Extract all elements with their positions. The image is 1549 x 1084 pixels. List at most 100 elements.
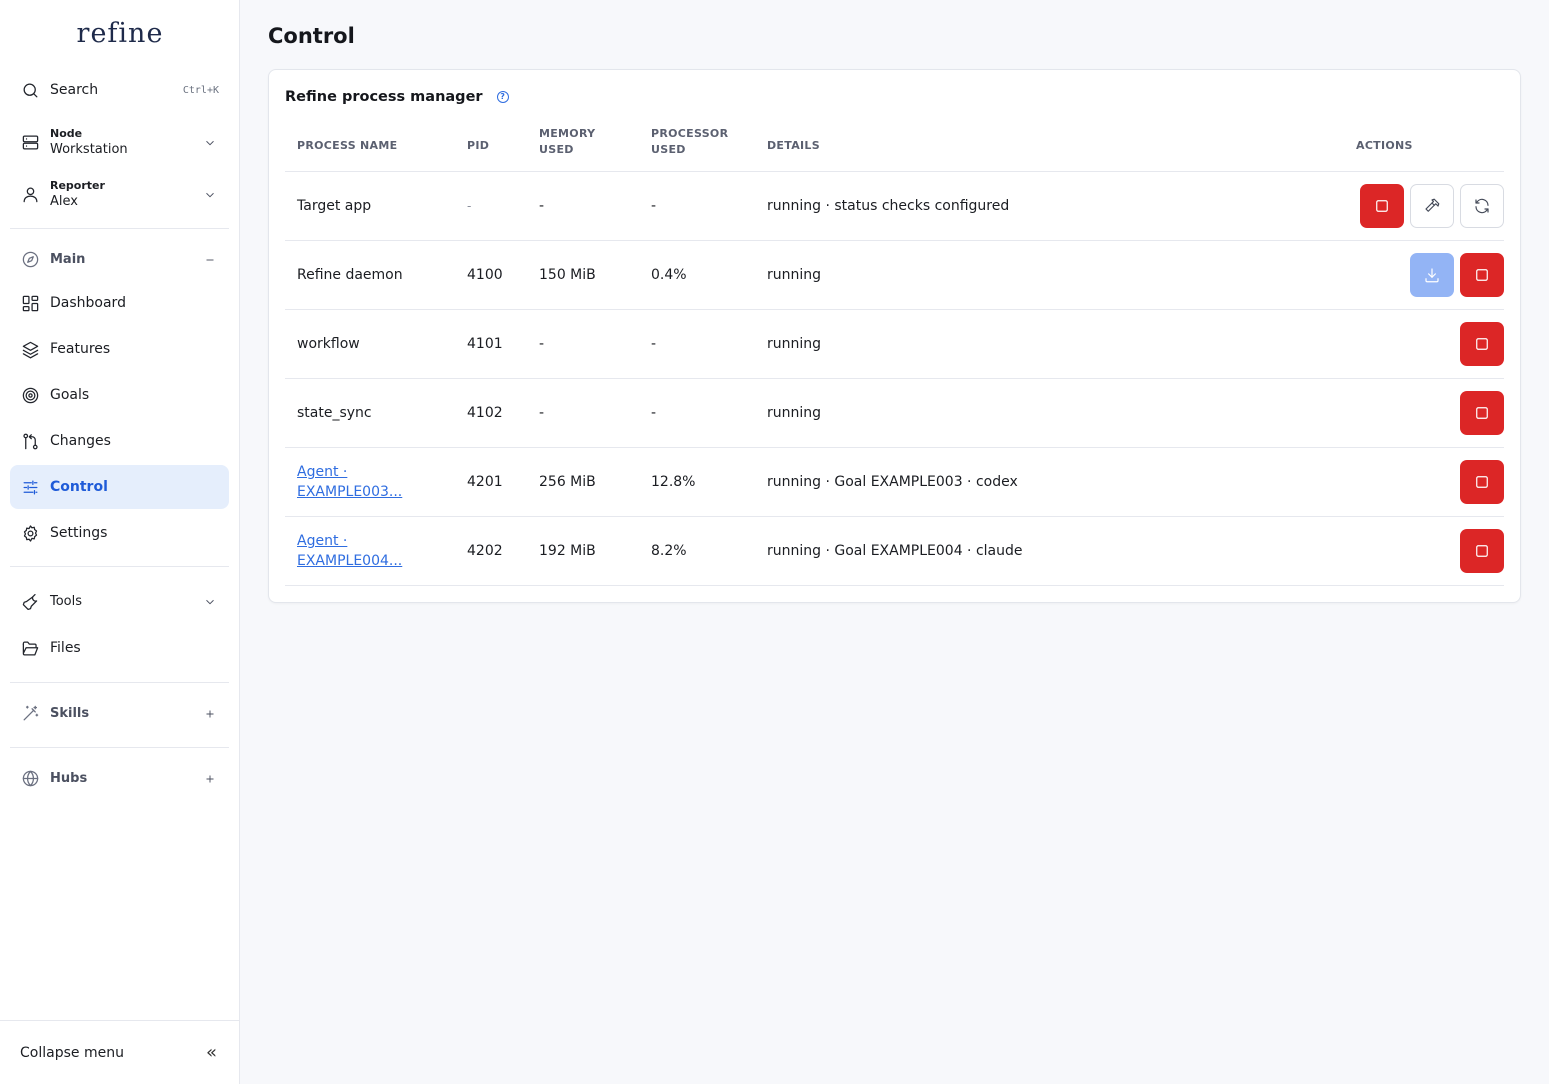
column-header-memory: MEMORY USED (539, 126, 595, 158)
process-memory: 192 MiB (539, 543, 596, 559)
column-header-pid: PID (467, 139, 490, 152)
sidebar-item-features[interactable]: Features (10, 329, 229, 369)
column-header-processor-line1: PROCESSOR (651, 127, 729, 140)
sidebar-item-dashboard[interactable]: Dashboard (10, 283, 229, 323)
user-icon (20, 184, 40, 204)
hubs-section-toggle[interactable]: Hubs (10, 765, 229, 791)
plus-icon[interactable] (203, 706, 217, 720)
dashboard-icon (20, 293, 40, 313)
stop-icon (1476, 476, 1488, 488)
stop-button[interactable] (1460, 391, 1504, 435)
card-title-text: Refine process manager (285, 89, 483, 105)
logo[interactable]: refine (0, 18, 240, 49)
node-selector[interactable]: Node Workstation (10, 122, 229, 162)
divider (10, 228, 229, 229)
search-label: Search (50, 82, 99, 98)
process-pid: 4201 (467, 474, 503, 490)
sidebar: refine Search Ctrl+K Node Workstation Re… (0, 0, 240, 1084)
sidebar-item-label: Control (50, 479, 108, 495)
sidebar-item-files[interactable]: Files (10, 628, 229, 668)
agent-link-line2: EXAMPLE004... (297, 553, 403, 569)
process-pid: 4102 (467, 405, 503, 421)
git-compare-icon (20, 431, 40, 451)
target-icon (20, 385, 40, 405)
collapse-menu-button[interactable]: Collapse menu « (0, 1020, 239, 1084)
main-section-label: Main (50, 251, 86, 267)
sidebar-item-settings[interactable]: Settings (10, 513, 229, 553)
reporter-title: Reporter (50, 178, 105, 192)
sidebar-item-label: Files (50, 640, 81, 656)
process-details: running · status checks configured (767, 198, 1010, 214)
restart-button[interactable] (1460, 184, 1504, 228)
stop-button[interactable] (1460, 460, 1504, 504)
skills-label: Skills (50, 705, 90, 721)
sidebar-item-changes[interactable]: Changes (10, 421, 229, 461)
process-memory: 256 MiB (539, 474, 596, 490)
chevron-down-icon (203, 187, 217, 201)
process-details: running · Goal EXAMPLE004 · claude (767, 543, 1023, 559)
table-row: workflow 4101 - - running (285, 310, 1504, 379)
process-name-link[interactable]: Agent · EXAMPLE004... (297, 531, 457, 571)
sidebar-item-label: Changes (50, 433, 111, 449)
process-pid: 4202 (467, 543, 503, 559)
table-header: PROCESS NAME PID MEMORY USED PROCESSOR U… (285, 120, 1504, 172)
sliders-icon (20, 477, 40, 497)
magic-wand-icon (20, 703, 40, 723)
sidebar-item-label: Dashboard (50, 295, 126, 311)
process-cpu: 8.2% (651, 543, 687, 559)
sidebar-item-label: Settings (50, 525, 108, 541)
wrench-icon (20, 591, 40, 611)
tools-label: Tools (50, 593, 83, 609)
reporter-selector[interactable]: Reporter Alex (10, 174, 229, 214)
process-cpu: 12.8% (651, 474, 696, 490)
search-button[interactable]: Search Ctrl+K (10, 76, 229, 104)
card-title: Refine process manager ? (285, 89, 509, 105)
chevrons-left-icon: « (205, 1042, 217, 1063)
process-pid: - (467, 199, 472, 213)
server-icon (20, 132, 40, 152)
main-section-toggle[interactable]: Main (10, 246, 229, 272)
stop-button[interactable] (1460, 529, 1504, 573)
agent-link[interactable]: Agent · EXAMPLE004... (297, 533, 402, 569)
column-header-memory-line2: USED (539, 143, 574, 156)
sidebar-item-control[interactable]: Control (10, 465, 229, 509)
process-pid: 4101 (467, 336, 503, 352)
row-actions (1460, 529, 1504, 573)
table-row: state_sync 4102 - - running (285, 379, 1504, 448)
process-memory: - (539, 336, 545, 352)
process-memory: - (539, 198, 545, 214)
stop-button[interactable] (1360, 184, 1404, 228)
plus-icon[interactable] (203, 771, 217, 785)
folder-open-icon (20, 638, 40, 658)
agent-link-line2: EXAMPLE003... (297, 484, 403, 500)
chevron-down-icon (203, 594, 217, 608)
search-shortcut: Ctrl+K (182, 84, 219, 96)
process-details: running (767, 267, 822, 283)
stop-icon (1376, 200, 1388, 212)
agent-link-line1: Agent · (297, 464, 348, 480)
collapse-menu-label: Collapse menu (20, 1044, 124, 1061)
stop-button[interactable] (1460, 253, 1504, 297)
hammer-icon (1425, 198, 1440, 212)
minus-icon (203, 252, 217, 266)
tools-section-toggle[interactable]: Tools (10, 588, 229, 614)
row-actions (1460, 322, 1504, 366)
divider (10, 747, 229, 748)
table-row: Target app - - - running · status checks… (285, 172, 1504, 241)
sidebar-item-goals[interactable]: Goals (10, 375, 229, 415)
build-button[interactable] (1410, 184, 1454, 228)
stop-icon (1476, 407, 1488, 419)
process-memory: - (539, 405, 545, 421)
process-name: workflow (297, 336, 360, 352)
agent-link[interactable]: Agent · EXAMPLE003... (297, 464, 402, 500)
process-name-link[interactable]: Agent · EXAMPLE003... (297, 462, 457, 502)
skills-section-toggle[interactable]: Skills (10, 700, 229, 726)
help-icon[interactable]: ? (496, 91, 509, 103)
stop-icon (1476, 338, 1488, 350)
download-button[interactable] (1410, 253, 1454, 297)
column-header-memory-line1: MEMORY (539, 127, 596, 140)
stop-icon (1476, 545, 1488, 557)
sidebar-item-label: Features (50, 341, 111, 357)
stop-button[interactable] (1460, 322, 1504, 366)
process-memory: 150 MiB (539, 267, 596, 283)
